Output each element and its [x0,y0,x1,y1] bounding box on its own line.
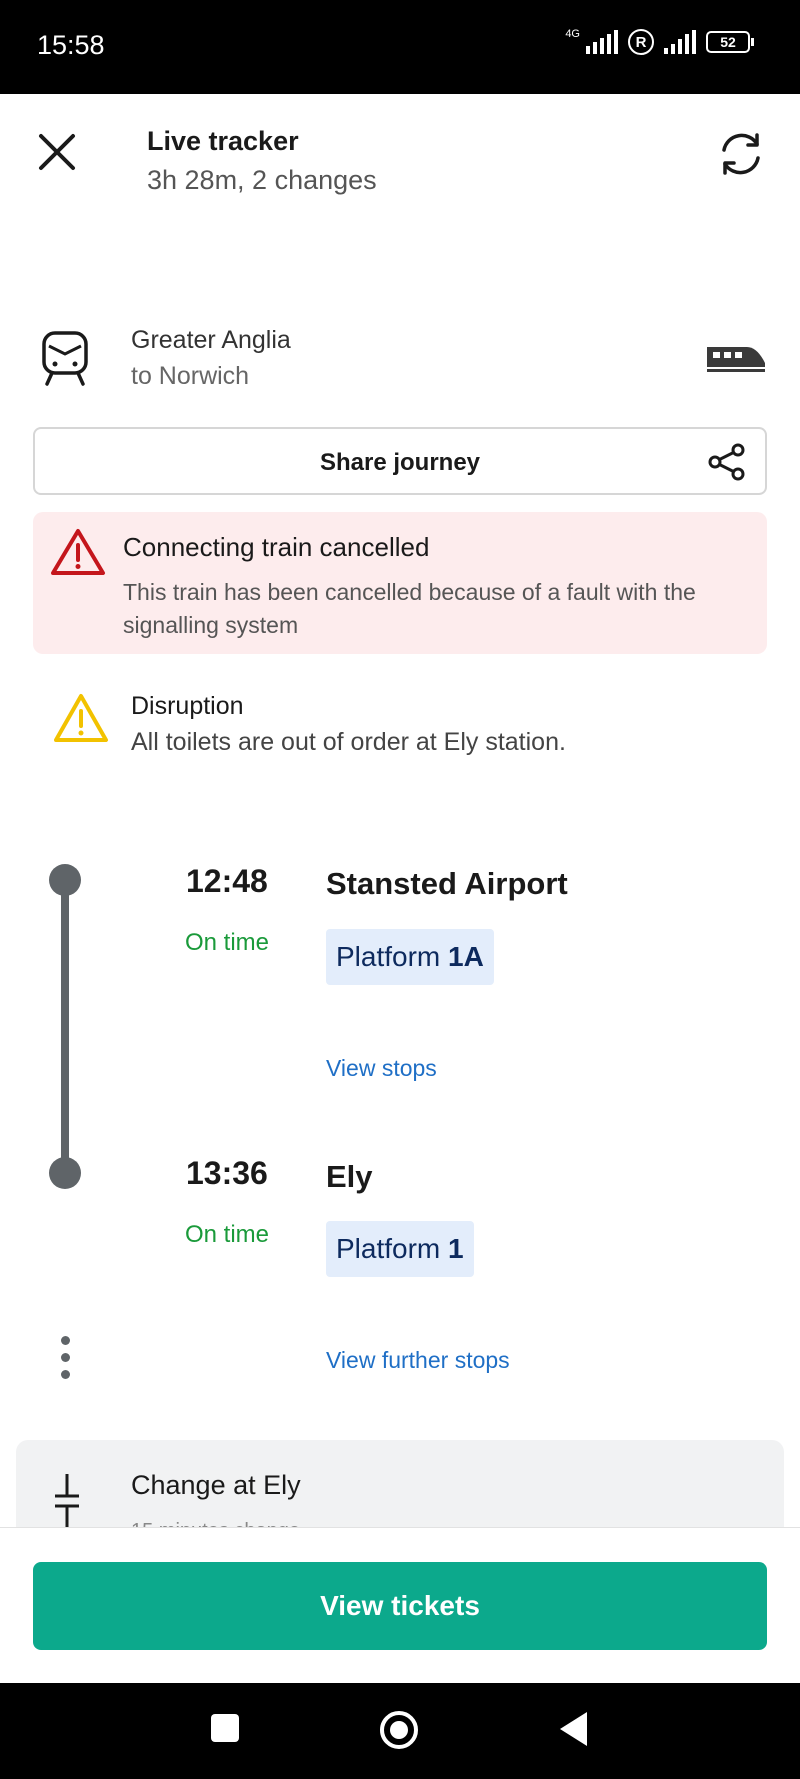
departure-station: Stansted Airport [326,866,568,901]
status-bar: 15:58 4G R 52 [0,0,800,94]
stop-marker [49,864,81,896]
home-icon[interactable] [380,1711,418,1749]
change-card[interactable]: Change at Ely 15 minutes change [16,1440,784,1530]
disruption-warning-icon [54,694,108,742]
share-journey-label: Share journey [319,449,481,476]
signal-strength-icon-2 [664,30,696,54]
route-line [61,880,69,1172]
cancellation-alert-body: This train has been cancelled because of… [123,579,696,638]
change-icon [55,1474,79,1530]
view-tickets-button[interactable]: View tickets [33,1562,767,1650]
network-type-label: 4G [565,28,580,40]
disruption-title: Disruption [131,692,244,720]
cancellation-alert: Connecting train cancelled This train ha… [33,512,767,654]
platform-number: 1A [448,941,484,972]
departure-time: 12:48 [186,863,268,899]
arrival-time: 13:36 [186,1155,268,1191]
battery-icon: 52 [706,31,754,53]
platform-prefix: Platform [336,1233,441,1264]
journey-summary: 3h 28m, 2 changes [147,165,377,195]
platform-prefix: Platform [336,941,441,972]
more-stops-icon [58,1336,72,1382]
roaming-icon: R [628,29,654,55]
operator-name: Greater Anglia [131,326,291,354]
arrival-station: Ely [326,1159,373,1194]
warning-icon [51,529,105,575]
change-title: Change at Ely [131,1470,301,1500]
back-icon[interactable] [560,1712,587,1746]
bottom-panel: View tickets [0,1527,800,1683]
arrival-status: On time [185,1221,270,1248]
system-nav-bar [0,1683,800,1779]
platform-badge: Platform 1 [326,1221,474,1277]
share-journey-button[interactable]: Share journey [33,427,767,495]
view-stops-link[interactable]: View stops [326,1055,437,1082]
stop-marker [49,1157,81,1189]
recent-apps-icon[interactable] [211,1714,239,1742]
signal-strength-icon [586,30,618,54]
train-side-icon [707,347,765,372]
platform-number: 1 [448,1233,464,1264]
disruption-body: All toilets are out of order at Ely stat… [131,728,566,756]
train-front-icon [42,331,88,386]
departure-status: On time [185,929,270,956]
view-further-stops-link[interactable]: View further stops [326,1347,510,1374]
page-title: Live tracker [147,126,299,156]
status-time: 15:58 [37,30,105,60]
close-icon[interactable] [35,130,79,174]
status-icons: 4G R 52 [565,28,754,55]
cancellation-alert-title: Connecting train cancelled [123,532,430,562]
battery-level: 52 [706,31,750,53]
platform-badge: Platform 1A [326,929,494,985]
share-icon [708,443,745,481]
operator-destination: to Norwich [131,362,250,390]
refresh-icon[interactable] [715,128,767,180]
